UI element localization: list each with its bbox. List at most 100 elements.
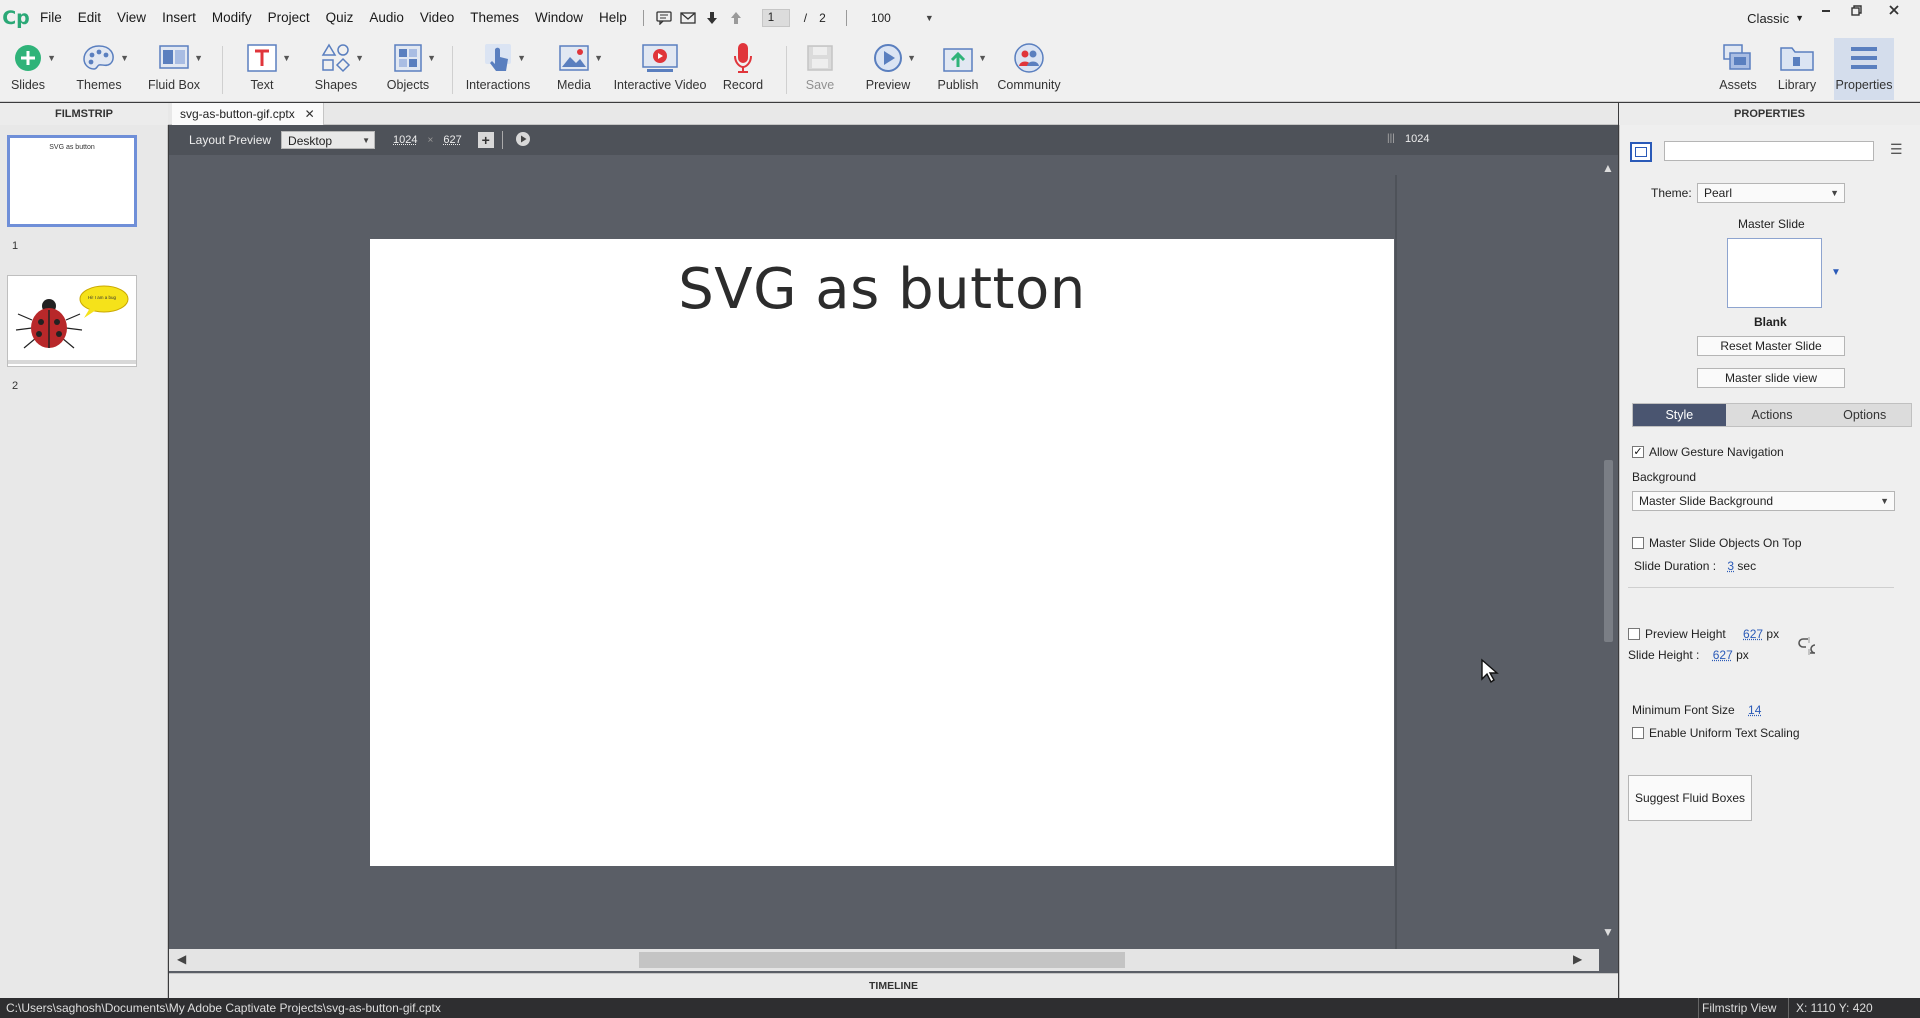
preview-button[interactable]: ▼ Preview bbox=[864, 38, 916, 100]
scroll-left-icon[interactable]: ◀ bbox=[177, 952, 186, 966]
arrow-up-icon[interactable] bbox=[724, 8, 748, 28]
horizontal-scrollbar[interactable]: ◀ ▶ bbox=[169, 949, 1599, 971]
library-button[interactable]: Library bbox=[1774, 38, 1820, 100]
save-button[interactable]: Save bbox=[800, 38, 840, 100]
suggest-fluid-boxes-button[interactable]: Suggest Fluid Boxes bbox=[1628, 775, 1752, 821]
menu-modify[interactable]: Modify bbox=[204, 0, 260, 36]
horizontal-scroll-thumb[interactable] bbox=[639, 952, 1125, 968]
publish-label: Publish bbox=[937, 78, 979, 92]
scroll-up-icon[interactable]: ▲ bbox=[1602, 161, 1614, 175]
preview-width[interactable]: 1024 bbox=[393, 134, 417, 146]
add-slide-icon: ▼ bbox=[13, 38, 56, 78]
vertical-scroll-thumb[interactable] bbox=[1604, 460, 1613, 642]
menu-video[interactable]: Video bbox=[412, 0, 462, 36]
close-icon[interactable] bbox=[1880, 0, 1908, 20]
link-icon[interactable] bbox=[1798, 633, 1820, 662]
menu-help[interactable]: Help bbox=[591, 0, 635, 36]
slide-duration-value[interactable]: 3 bbox=[1727, 559, 1734, 573]
shapes-button[interactable]: ▼ Shapes bbox=[312, 38, 364, 100]
workspace-switcher[interactable]: Classic ▼ bbox=[1747, 0, 1804, 36]
thumb-bubble-text: Hi! I am a bug bbox=[88, 295, 117, 300]
restore-icon[interactable] bbox=[1842, 0, 1870, 20]
library-label: Library bbox=[1777, 78, 1817, 92]
timeline-bar[interactable]: TIMELINE bbox=[169, 973, 1618, 998]
record-button[interactable]: Record bbox=[720, 38, 766, 100]
tab-actions[interactable]: Actions bbox=[1726, 404, 1819, 426]
theme-select[interactable]: Pearl ▼ bbox=[1697, 183, 1845, 203]
menu-project[interactable]: Project bbox=[260, 0, 318, 36]
publish-button[interactable]: ▼ Publish bbox=[934, 38, 987, 100]
media-button[interactable]: ▼ Media bbox=[550, 38, 603, 100]
community-button[interactable]: Community bbox=[997, 38, 1061, 100]
objects-label: Objects bbox=[386, 78, 430, 92]
fluid-box-button[interactable]: ▼ Fluid Box bbox=[146, 38, 203, 100]
master-slide-thumbnail[interactable] bbox=[1727, 238, 1822, 308]
ruler-handle-icon[interactable]: ||| bbox=[1387, 133, 1395, 144]
zoom-value[interactable]: 100 bbox=[865, 11, 925, 25]
cursor-coordinates: X: 1110 Y: 420 bbox=[1796, 1001, 1873, 1015]
slide-canvas[interactable]: SVG as button bbox=[370, 239, 1394, 866]
community-icon bbox=[1013, 38, 1045, 78]
menu-view[interactable]: View bbox=[109, 0, 154, 36]
scroll-right-icon[interactable]: ▶ bbox=[1573, 952, 1582, 966]
preview-height[interactable]: 627 bbox=[443, 134, 461, 146]
menu-file[interactable]: File bbox=[32, 0, 70, 36]
master-dropdown-icon[interactable]: ▼ bbox=[1831, 267, 1841, 278]
slide-name-input[interactable] bbox=[1664, 141, 1874, 161]
zoom-dropdown-icon[interactable]: ▼ bbox=[925, 13, 934, 23]
mail-icon[interactable] bbox=[676, 8, 700, 28]
menu-window[interactable]: Window bbox=[527, 0, 591, 36]
current-slide-input[interactable]: 1 bbox=[761, 9, 790, 27]
reset-master-slide-button[interactable]: Reset Master Slide bbox=[1697, 336, 1845, 356]
background-select[interactable]: Master Slide Background ▼ bbox=[1632, 491, 1895, 511]
assets-button[interactable]: Assets bbox=[1716, 38, 1760, 100]
interactive-video-button[interactable]: Interactive Video bbox=[614, 38, 706, 100]
slides-button[interactable]: ▼ Slides bbox=[6, 38, 56, 100]
menu-audio[interactable]: Audio bbox=[361, 0, 412, 36]
preview-label: Preview bbox=[865, 78, 911, 92]
preview-height-unit: px bbox=[1766, 627, 1780, 641]
close-tab-icon[interactable]: ✕ bbox=[305, 103, 315, 125]
menu-insert[interactable]: Insert bbox=[154, 0, 204, 36]
panel-menu-icon[interactable]: ☰ bbox=[1890, 141, 1903, 158]
play-preview-icon[interactable] bbox=[515, 131, 531, 150]
themes-button[interactable]: ▼ Themes bbox=[74, 38, 129, 100]
comment-icon[interactable] bbox=[652, 8, 676, 28]
ladybug-illustration bbox=[8, 285, 136, 364]
hand-pointer-icon: ▼ bbox=[483, 38, 526, 78]
master-objects-top-checkbox[interactable] bbox=[1632, 537, 1644, 549]
properties-button[interactable]: Properties bbox=[1834, 38, 1894, 100]
slide-thumbnail-2[interactable]: Hi! I am a bug bbox=[7, 275, 137, 367]
master-slide-view-button[interactable]: Master slide view bbox=[1697, 368, 1845, 388]
menu-quiz[interactable]: Quiz bbox=[318, 0, 362, 36]
device-select[interactable]: Desktop ▼ bbox=[281, 131, 376, 149]
uniform-scaling-checkbox[interactable] bbox=[1632, 727, 1644, 739]
slide-height-value[interactable]: 627 bbox=[1713, 648, 1733, 662]
scroll-down-icon[interactable]: ▼ bbox=[1602, 925, 1614, 939]
slide-thumbnail-1[interactable]: SVG as button bbox=[7, 135, 137, 227]
master-objects-top-label: Master Slide Objects On Top bbox=[1649, 536, 1802, 550]
text-button[interactable]: ▼ Text bbox=[240, 38, 291, 100]
menu-edit[interactable]: Edit bbox=[70, 0, 109, 36]
objects-button[interactable]: ▼ Objects bbox=[384, 38, 436, 100]
toolbar-separator bbox=[222, 46, 223, 94]
tab-options[interactable]: Options bbox=[1818, 404, 1911, 426]
add-breakpoint-icon[interactable]: + bbox=[477, 132, 494, 148]
floppy-disk-icon bbox=[806, 38, 834, 78]
preview-height-checkbox[interactable] bbox=[1628, 628, 1640, 640]
total-slides: 2 bbox=[819, 11, 826, 25]
media-label: Media bbox=[556, 78, 592, 92]
allow-gesture-checkbox[interactable]: ✓ bbox=[1632, 446, 1644, 458]
vertical-scrollbar[interactable]: ▲ ▼ bbox=[1599, 161, 1617, 941]
preview-height-value[interactable]: 627 bbox=[1743, 627, 1763, 641]
properties-tabs: Style Actions Options bbox=[1632, 403, 1912, 427]
minimize-icon[interactable] bbox=[1812, 0, 1840, 20]
tab-style[interactable]: Style bbox=[1633, 404, 1726, 426]
slide-height-label: Slide Height : bbox=[1628, 648, 1700, 662]
interactions-button[interactable]: ▼ Interactions bbox=[466, 38, 530, 100]
document-tab[interactable]: svg-as-button-gif.cptx ✕ bbox=[172, 103, 324, 125]
arrow-down-icon[interactable] bbox=[700, 8, 724, 28]
slide-title[interactable]: SVG as button bbox=[370, 257, 1394, 322]
menu-themes[interactable]: Themes bbox=[462, 0, 527, 36]
min-font-value[interactable]: 14 bbox=[1748, 703, 1761, 717]
